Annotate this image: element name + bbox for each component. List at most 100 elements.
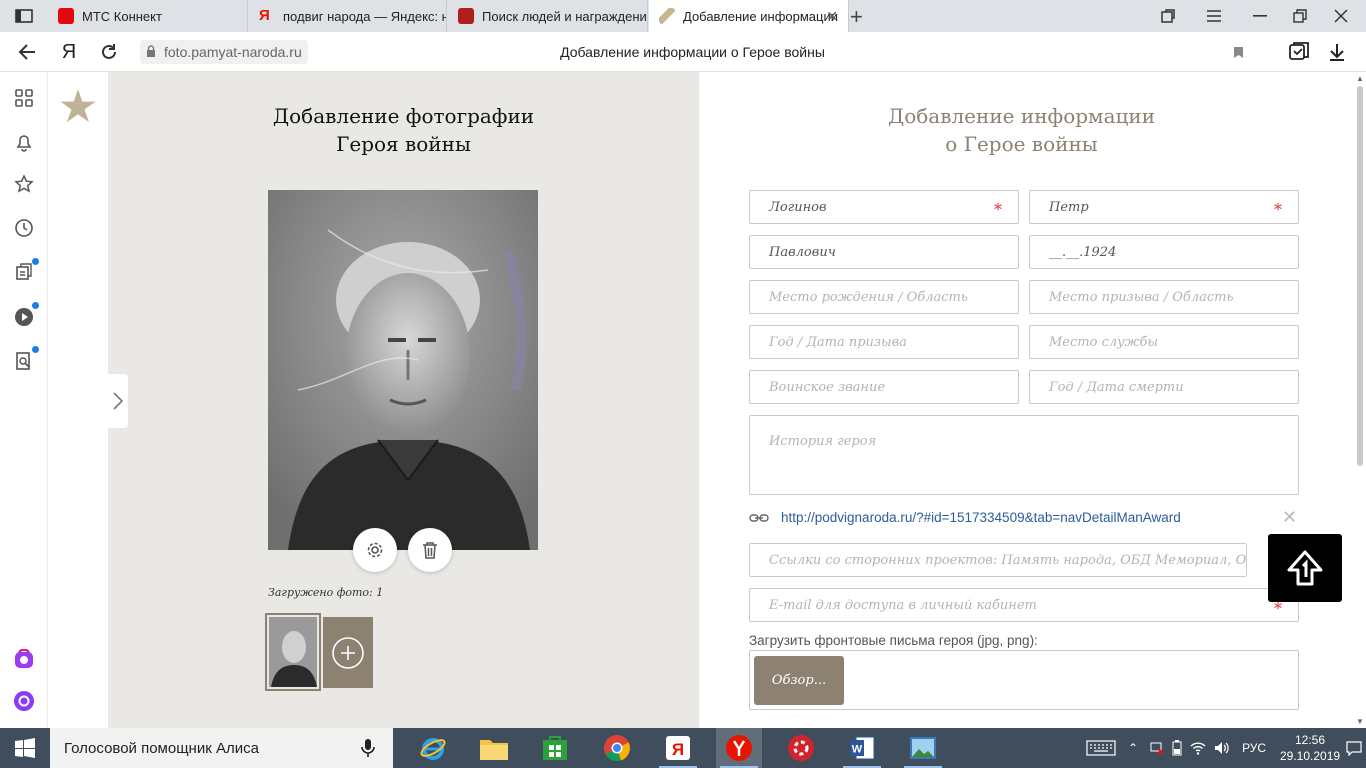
new-tab-icon[interactable]: + (850, 4, 863, 30)
birth-date-field[interactable]: __.__.1924 (1029, 235, 1299, 269)
added-link[interactable]: http://podvignaroda.ru/?#id=1517334509&t… (781, 510, 1181, 525)
first-name-field[interactable]: Петр * (1029, 190, 1299, 224)
browse-button[interactable]: Обзор... (754, 656, 844, 705)
opera-app-icon[interactable] (778, 728, 824, 768)
language-indicator[interactable]: РУС (1242, 741, 1266, 755)
collections-tab-icon[interactable] (1145, 0, 1191, 32)
close-window-icon[interactable] (1318, 0, 1364, 32)
store-icon[interactable] (532, 728, 578, 768)
mic-icon[interactable] (361, 738, 375, 758)
tab-label: подвиг народа — Яндекс: нашлось (283, 8, 446, 24)
network-warning-icon[interactable] (1150, 741, 1164, 755)
svg-text:Я: Я (672, 740, 684, 759)
address-bar: Я foto.pamyat-naroda.ru Добавление инфор… (0, 32, 1366, 72)
keyboard-icon[interactable] (1086, 740, 1116, 756)
play-icon[interactable] (14, 307, 34, 327)
photo-settings-button[interactable] (353, 528, 397, 572)
url-text: foto.pamyat-naroda.ru (164, 44, 302, 60)
wifi-icon[interactable] (1190, 741, 1206, 755)
alice-app-icon[interactable] (14, 649, 34, 669)
windows-start-button[interactable] (0, 728, 50, 768)
scrollbar-thumb[interactable] (1357, 86, 1363, 466)
browser-sidebar (0, 72, 48, 728)
photo-delete-button[interactable] (408, 528, 452, 572)
scroll-to-top-button[interactable] (1268, 534, 1342, 602)
alice-search-box[interactable]: Голосовой помощник Алиса (50, 728, 393, 768)
back-icon[interactable] (12, 32, 42, 72)
add-photo-button[interactable] (323, 617, 373, 688)
required-mark: * (994, 200, 1002, 219)
photo-thumbnail[interactable] (265, 613, 321, 691)
clock-icon[interactable] (14, 218, 34, 238)
upload-arrow-icon (1287, 550, 1323, 586)
tab-yandex-search[interactable]: Я подвиг народа — Яндекс: нашлось (249, 0, 447, 32)
chevron-up-icon[interactable]: ⌃ (1128, 741, 1138, 755)
hero-photo (268, 190, 538, 550)
external-links-field[interactable]: Ссылки со сторонних проектов: Память нар… (749, 543, 1247, 577)
story-textarea[interactable]: История героя (749, 415, 1299, 495)
draft-place-field[interactable]: Место призыва / Область (1029, 280, 1299, 314)
reload-icon[interactable] (94, 32, 124, 72)
tab-active[interactable]: Добавление информации ✕ (649, 0, 849, 32)
vertical-scrollbar[interactable]: ▲ ▼ (1354, 72, 1366, 728)
chrome-icon[interactable] (594, 728, 640, 768)
tab-label: Поиск людей и награждений (482, 8, 648, 24)
last-name-field[interactable]: Логинов * (749, 190, 1019, 224)
notification-dot (32, 258, 39, 265)
system-tray: ⌃ РУС (1086, 728, 1266, 768)
search-doc-icon[interactable] (14, 351, 34, 371)
yandex-browser-icon[interactable]: Я (655, 728, 701, 768)
rank-field[interactable]: Воинское звание (749, 370, 1019, 404)
uploaded-count: Загружено фото: 1 (268, 586, 384, 599)
url-field[interactable]: foto.pamyat-naroda.ru (140, 40, 308, 64)
file-explorer-icon[interactable] (471, 728, 517, 768)
download-icon[interactable] (1322, 32, 1352, 72)
tab-bar: МТС Коннект Я подвиг народа — Яндекс: на… (0, 0, 1366, 32)
death-date-field[interactable]: Год / Дата смерти (1029, 370, 1299, 404)
battery-icon[interactable] (1172, 740, 1182, 756)
page-title: Добавление информации о Герое войны (560, 44, 825, 60)
tab-mts[interactable]: МТС Коннект (48, 0, 248, 32)
collections-icon[interactable] (1284, 32, 1314, 72)
notification-dot (32, 302, 39, 309)
photos-app-icon[interactable] (900, 728, 946, 768)
notification-dot (32, 346, 39, 353)
close-tab-icon[interactable]: ✕ (826, 8, 838, 25)
volume-icon[interactable] (1214, 741, 1230, 755)
yandex-icon[interactable]: Я (54, 32, 84, 72)
star-icon[interactable] (14, 174, 34, 194)
draft-date-field[interactable]: Год / Дата призыва (749, 325, 1019, 359)
letters-upload-label: Загрузить фронтовые письма героя (jpg, p… (749, 633, 1038, 648)
yandex-app-icon[interactable] (716, 728, 762, 768)
required-mark: * (1274, 200, 1282, 219)
windows-icon (15, 738, 35, 758)
ie-icon[interactable] (410, 728, 456, 768)
site-nav-panel (48, 72, 108, 728)
sidebar-toggle-icon[interactable] (0, 0, 48, 32)
yandex-favicon-icon: Я (259, 7, 270, 24)
gear-icon (367, 542, 383, 558)
expand-panel-chevron-icon[interactable] (108, 374, 128, 428)
notes-icon[interactable] (14, 262, 34, 282)
trash-icon (423, 542, 437, 559)
site-logo-star-icon[interactable] (60, 88, 96, 124)
tab-podvig[interactable]: Поиск людей и награждений (448, 0, 648, 32)
remove-link-icon[interactable]: ✕ (1282, 507, 1297, 528)
clock[interactable]: 12:56 29.10.2019 (1280, 732, 1340, 764)
birth-place-field[interactable]: Место рождения / Область (749, 280, 1019, 314)
grid-icon[interactable] (14, 88, 34, 108)
bell-icon[interactable] (14, 132, 34, 152)
added-link-row: http://podvignaroda.ru/?#id=1517334509&t… (749, 507, 1297, 529)
service-place-field[interactable]: Место службы (1029, 325, 1299, 359)
podvig-favicon-icon (458, 8, 474, 24)
svg-text:W: W (852, 744, 863, 756)
alice-icon[interactable] (14, 691, 34, 711)
word-icon[interactable]: W (839, 728, 885, 768)
email-field[interactable]: E-mail для доступа в личный кабинет * (749, 588, 1299, 622)
restore-icon[interactable] (1277, 0, 1323, 32)
tab-label: МТС Коннект (82, 8, 162, 24)
bookmark-icon[interactable] (1227, 32, 1249, 72)
patronymic-field[interactable]: Павлович (749, 235, 1019, 269)
menu-icon[interactable] (1191, 0, 1237, 32)
notifications-icon[interactable] (1346, 740, 1362, 756)
